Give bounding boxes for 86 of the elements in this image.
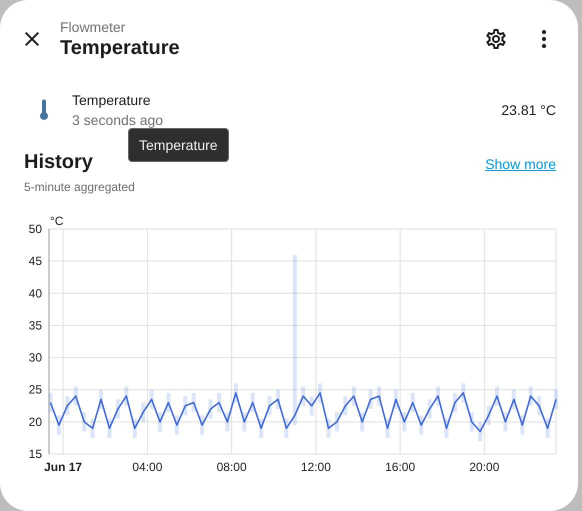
error-bar	[318, 383, 322, 403]
error-bar	[56, 415, 61, 435]
error-bar	[326, 418, 331, 438]
y-tick-label: 40	[28, 286, 42, 300]
error-bar	[310, 396, 314, 416]
error-bar	[284, 418, 288, 438]
error-bar	[158, 412, 162, 432]
error-bar	[394, 390, 398, 409]
error-bar	[107, 418, 112, 438]
entity-state: 23.81 °C	[501, 102, 556, 118]
error-bar	[208, 399, 213, 419]
error-bar	[512, 390, 516, 409]
show-more-link[interactable]: Show more	[485, 156, 556, 172]
y-tick-label: 15	[28, 447, 42, 461]
error-bar	[377, 386, 382, 406]
y-axis-unit: °C	[50, 214, 64, 228]
x-tick-label: 08:00	[216, 460, 247, 474]
y-tick-label: 25	[28, 382, 42, 397]
error-bar	[503, 412, 508, 432]
error-bar	[132, 418, 137, 438]
error-bar	[192, 392, 196, 412]
error-bar	[495, 386, 500, 406]
error-bar	[428, 399, 432, 419]
error-bar	[200, 415, 204, 435]
error-bar	[452, 392, 457, 412]
error-bar	[444, 418, 448, 438]
error-bar	[82, 412, 86, 432]
error-bar	[436, 386, 440, 406]
error-bar	[216, 392, 221, 412]
error-bar	[368, 390, 373, 409]
error-bar	[486, 406, 491, 426]
error-bar	[343, 396, 348, 416]
thermometer-icon	[39, 99, 49, 121]
y-tick-label: 20	[28, 414, 42, 429]
error-bar	[225, 412, 230, 432]
error-bar	[48, 392, 52, 412]
error-bar	[116, 399, 120, 419]
history-heading: History	[24, 150, 94, 174]
error-bar	[174, 415, 179, 435]
x-tick-label: 12:00	[300, 460, 331, 474]
x-tick-label: Jun 17	[44, 460, 82, 474]
y-tick-label: 30	[28, 350, 42, 365]
error-bar	[402, 412, 406, 432]
error-bar	[360, 412, 364, 432]
error-bar	[410, 392, 415, 412]
error-bar	[546, 418, 550, 438]
error-bar	[470, 412, 474, 432]
error-bar	[276, 390, 280, 409]
error-bar	[554, 390, 558, 409]
error-bar	[183, 396, 188, 416]
error-bar	[419, 415, 424, 435]
error-bar	[65, 396, 70, 416]
error-bar	[90, 418, 95, 438]
error-bar	[528, 386, 533, 406]
history-subtitle: 5-minute aggregated	[24, 180, 135, 194]
error-bar	[537, 396, 542, 416]
error-bar	[259, 418, 264, 438]
x-tick-label: 16:00	[385, 460, 416, 474]
error-bar	[141, 402, 146, 422]
x-tick-label: 04:00	[132, 460, 162, 474]
error-bar	[461, 383, 466, 403]
error-bar	[250, 392, 255, 412]
error-bar	[124, 386, 128, 406]
x-tick-label: 20:00	[469, 460, 500, 474]
error-bar	[268, 396, 272, 416]
error-bar	[301, 386, 306, 406]
error-bar	[150, 390, 154, 409]
dialog-subtitle: Flowmeter	[60, 18, 126, 36]
dialog-title: Temperature	[60, 36, 181, 60]
error-bar	[520, 415, 524, 435]
tooltip: Temperature	[128, 128, 229, 162]
error-bar	[242, 412, 246, 432]
error-bar	[99, 390, 104, 409]
error-bar	[334, 412, 339, 432]
error-bar	[234, 383, 238, 403]
error-bar	[352, 386, 356, 406]
error-bar	[74, 386, 78, 406]
settings-icon[interactable]	[484, 27, 508, 51]
last-changed-text: 3 seconds ago	[72, 111, 164, 130]
error-bar	[386, 418, 390, 438]
error-bar	[478, 422, 482, 442]
y-tick-label: 45	[28, 254, 42, 268]
y-tick-label: 35	[28, 318, 42, 332]
y-tick-label: 50	[28, 222, 42, 236]
error-bar	[166, 392, 170, 412]
entity-name: Temperature	[72, 91, 152, 110]
